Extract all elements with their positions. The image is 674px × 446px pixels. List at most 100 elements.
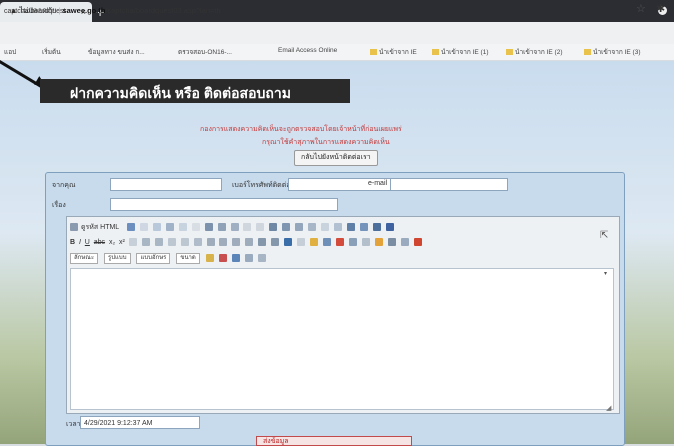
bg-color-icon[interactable]: [218, 254, 227, 263]
email-input[interactable]: [390, 178, 508, 191]
chevron-down-icon[interactable]: ▾: [604, 270, 607, 277]
ltr-icon[interactable]: [258, 238, 267, 247]
email-label: e-mail: [368, 180, 388, 187]
replace-icon[interactable]: [282, 223, 291, 232]
new-page-icon[interactable]: [139, 223, 148, 232]
strike-icon[interactable]: abc: [94, 239, 105, 246]
outdent-icon[interactable]: [167, 238, 176, 247]
maximize-icon[interactable]: [231, 254, 240, 263]
font-select[interactable]: แบบอักษร: [136, 252, 171, 264]
style-select[interactable]: รูปแบบ: [104, 252, 131, 264]
iframe-icon[interactable]: [413, 238, 422, 247]
bookmark-folder[interactable]: นำเข้าจาก IE (3): [584, 47, 641, 57]
link-icon[interactable]: [284, 238, 293, 247]
bookmark-item[interactable]: Email Access Online: [278, 47, 337, 54]
numbered-list-icon[interactable]: [141, 238, 150, 247]
align-right-icon[interactable]: [232, 238, 241, 247]
rtl-icon[interactable]: [271, 238, 280, 247]
button-icon[interactable]: [373, 223, 381, 232]
print-icon[interactable]: [165, 223, 174, 232]
resize-handle-icon[interactable]: ◢: [606, 404, 611, 412]
subject-input[interactable]: [110, 198, 338, 211]
checkbox-icon[interactable]: [334, 223, 343, 232]
justify-icon[interactable]: [245, 238, 254, 247]
save-icon[interactable]: [126, 223, 135, 232]
folder-icon: [506, 49, 513, 56]
blockquote-icon[interactable]: [193, 238, 202, 247]
size-select[interactable]: ขนาด: [176, 252, 200, 264]
editor-content-area[interactable]: [70, 268, 614, 410]
show-blocks-icon[interactable]: [244, 254, 253, 263]
bold-icon[interactable]: B: [70, 239, 75, 246]
from-label: จากคุณ: [52, 182, 76, 189]
horizontal-rule-icon[interactable]: [361, 238, 370, 247]
address-bar[interactable]: [0, 22, 674, 45]
date-input[interactable]: 4/29/2021 9:12:37 AM: [80, 416, 200, 429]
extensions-icon[interactable]: ✱: [656, 2, 665, 15]
redo-icon[interactable]: [256, 223, 265, 232]
anchor-icon[interactable]: [310, 238, 319, 247]
select-all-icon[interactable]: [295, 223, 304, 232]
radio-icon[interactable]: [347, 223, 356, 232]
smiley-icon[interactable]: [374, 238, 383, 247]
cut-icon[interactable]: [191, 223, 200, 232]
bookmark-star-icon[interactable]: ☆: [636, 2, 646, 15]
from-input[interactable]: [110, 178, 222, 191]
url-host: sawee.go.th: [62, 6, 106, 15]
italic-icon[interactable]: I: [79, 239, 81, 246]
bookmark-item[interactable]: ข้อมูลทาง ขนส่ง ก...: [88, 47, 145, 57]
bookmark-folder[interactable]: นำเข้าจาก IE: [370, 47, 417, 57]
subject-label: เรื่อง: [52, 202, 66, 209]
align-center-icon[interactable]: [219, 238, 228, 247]
underline-icon[interactable]: U: [85, 239, 90, 246]
format-select[interactable]: ลักษณะ: [70, 252, 99, 264]
mouse-pointer-icon: ⇱: [600, 230, 609, 241]
paste-icon[interactable]: [217, 223, 226, 232]
copy-icon[interactable]: [204, 223, 213, 232]
unlink-icon[interactable]: [297, 238, 306, 247]
page-title: ฝากความคิดเห็น หรือ ติดต่อสอบถาม: [70, 85, 291, 101]
url-text[interactable]: ▲ ไม่ปลอดภัย | sawee.go.th/captcha/board…: [10, 4, 221, 18]
remove-format-icon[interactable]: [128, 238, 137, 247]
bookmark-item[interactable]: ตรวจสอบ-ON16-...: [178, 47, 232, 57]
preview-icon[interactable]: [152, 223, 161, 232]
paste-text-icon[interactable]: [230, 223, 239, 232]
view-html-button[interactable]: ดูรหัส HTML: [81, 224, 119, 231]
editor-toolbar-row-1: ดูรหัส HTML: [70, 221, 397, 234]
text-color-icon[interactable]: [205, 254, 214, 263]
folder-icon: [584, 49, 591, 56]
bookmark-item[interactable]: แอป: [4, 47, 16, 57]
flash-icon[interactable]: [336, 238, 345, 247]
back-to-contact-button[interactable]: กลับไปยังหน้าติดต่อเรา: [294, 150, 378, 166]
not-secure-label: ไม่ปลอดภัย: [19, 6, 57, 15]
imagebutton-icon[interactable]: [385, 223, 394, 232]
bookmark-item[interactable]: เริ่มต้น: [42, 47, 61, 57]
align-left-icon[interactable]: [206, 238, 215, 247]
find-icon[interactable]: [269, 223, 278, 232]
folder-icon: [432, 49, 439, 56]
warning-icon: ▲: [10, 6, 18, 15]
editor-toolbar-row-3: ลักษณะ รูปแบบ แบบอักษร ขนาด: [70, 252, 269, 265]
editor-toolbar-row-2: B I U abc x₂ x²: [70, 236, 425, 249]
table-icon[interactable]: [348, 238, 357, 247]
special-char-icon[interactable]: [387, 238, 396, 247]
bullet-list-icon[interactable]: [154, 238, 163, 247]
notice-text: กองการแสดงความคิดเห็นจะถูกตรวจสอบโดยเจ้า…: [200, 126, 402, 133]
templates-icon[interactable]: [178, 223, 187, 232]
pagebreak-icon[interactable]: [400, 238, 409, 247]
textfield-icon[interactable]: [360, 223, 369, 232]
image-icon[interactable]: [323, 238, 332, 247]
undo-icon[interactable]: [243, 223, 252, 232]
submit-button[interactable]: ส่งข้อมูล: [256, 436, 412, 446]
superscript-icon[interactable]: x²: [119, 239, 125, 246]
bookmark-folder[interactable]: นำเข้าจาก IE (1): [432, 47, 489, 57]
bookmark-folder[interactable]: นำเข้าจาก IE (2): [506, 47, 563, 57]
spellcheck-icon[interactable]: [308, 223, 317, 232]
about-icon[interactable]: [257, 254, 266, 263]
notice-text: กรุณาใช้คำสุภาพในการแสดงความคิดเห็น: [262, 139, 390, 146]
bookmarks-bar: แอป เริ่มต้น ข้อมูลทาง ขนส่ง ก... ตรวจสอ…: [0, 44, 674, 61]
indent-icon[interactable]: [180, 238, 189, 247]
form-icon[interactable]: [321, 223, 330, 232]
source-icon[interactable]: [70, 223, 78, 232]
subscript-icon[interactable]: x₂: [109, 239, 115, 246]
